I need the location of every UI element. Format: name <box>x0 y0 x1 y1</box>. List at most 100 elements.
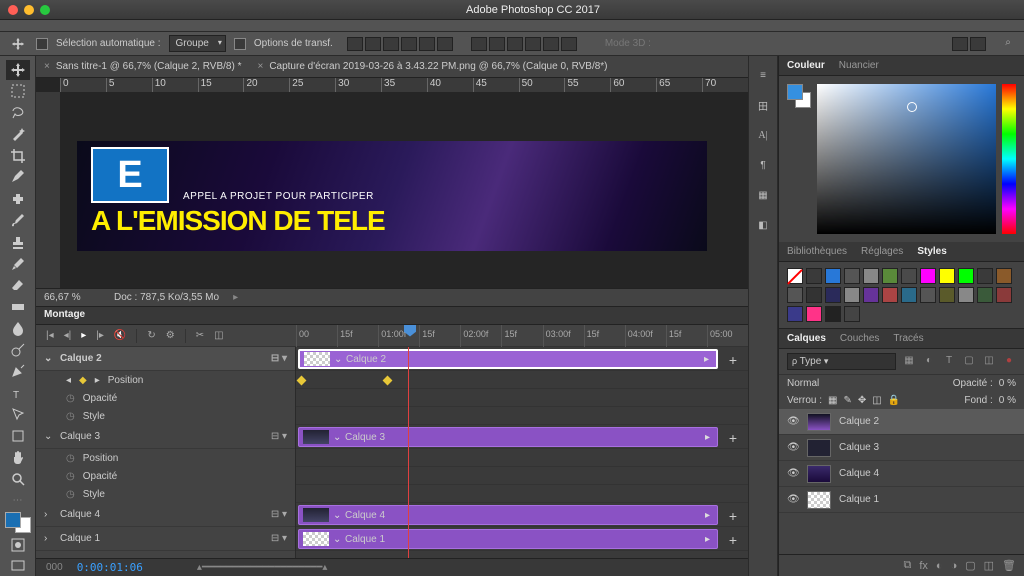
new-layer-icon[interactable]: ◫ <box>984 559 994 572</box>
doc-tab-2[interactable]: ×Capture d'écran 2019-03-26 à 3.43.22 PM… <box>257 61 607 72</box>
zoom-level[interactable]: 66,67 % <box>44 292 100 303</box>
close-tab-icon[interactable]: × <box>44 61 50 72</box>
tl-prop-opacity[interactable]: ◷Opacité <box>36 467 295 485</box>
layer-item-calque1[interactable]: 👁Calque 1 <box>779 487 1024 513</box>
trash-icon[interactable]: 🗑 <box>1002 559 1016 572</box>
visibility-icon[interactable]: 👁 <box>787 416 799 427</box>
clip-calque1[interactable]: ⌄Calque 1▸ <box>298 529 718 549</box>
tab-reglages[interactable]: Réglages <box>861 246 903 257</box>
audio-icon[interactable]: 🔇 <box>114 330 126 341</box>
next-frame-icon[interactable]: |▸ <box>96 330 104 341</box>
gradient-tool[interactable] <box>6 297 30 317</box>
ruler-horizontal[interactable]: 0510152025303540455055606570 <box>60 78 748 92</box>
hand-tool[interactable] <box>6 448 30 468</box>
type-panel-icon[interactable]: A| <box>754 126 772 144</box>
style-swatch[interactable] <box>939 287 955 303</box>
pen-tool[interactable] <box>6 361 30 381</box>
keyframe-icon[interactable] <box>383 376 393 386</box>
transform-checkbox[interactable] <box>234 38 246 50</box>
auto-select-checkbox[interactable] <box>36 38 48 50</box>
visibility-icon[interactable]: 👁 <box>787 442 799 453</box>
adjustment-icon[interactable]: ◑ <box>951 560 958 572</box>
keyframe-icon[interactable] <box>297 376 307 386</box>
history-brush-tool[interactable] <box>6 254 30 274</box>
crop-tool[interactable] <box>6 146 30 166</box>
lock-artboard-icon[interactable]: ◫ <box>872 395 881 406</box>
style-swatch[interactable] <box>844 287 860 303</box>
lock-all-icon[interactable]: 🔒 <box>888 395 900 406</box>
tab-couches[interactable]: Couches <box>840 333 879 344</box>
dodge-tool[interactable] <box>6 340 30 360</box>
style-swatch[interactable] <box>806 287 822 303</box>
brush-tool[interactable] <box>6 211 30 231</box>
style-swatch[interactable] <box>806 306 822 322</box>
add-clip-icon[interactable]: + <box>726 352 740 366</box>
wand-tool[interactable] <box>6 125 30 145</box>
paragraph-panel-icon[interactable]: ¶ <box>754 156 772 174</box>
filter-pixel-icon[interactable]: ▦ <box>902 355 916 369</box>
tab-couleur[interactable]: Couleur <box>787 60 825 71</box>
tl-prop-opacity[interactable]: ◷Opacité <box>36 389 295 407</box>
timeline-tab[interactable]: Montage <box>36 307 748 325</box>
blur-tool[interactable] <box>6 318 30 338</box>
eyedropper-tool[interactable] <box>6 168 30 188</box>
filter-type-icon[interactable]: T <box>942 355 956 369</box>
tab-calques[interactable]: Calques <box>787 333 826 344</box>
lock-pixels-icon[interactable]: ✎ <box>843 395 851 406</box>
style-swatch[interactable] <box>863 287 879 303</box>
layer-thumbnail[interactable] <box>807 413 831 431</box>
distribute-btn[interactable] <box>561 37 577 51</box>
distribute-btn[interactable] <box>525 37 541 51</box>
lasso-tool[interactable] <box>6 103 30 123</box>
blend-mode-dropdown[interactable]: Normal <box>787 378 947 389</box>
style-swatch[interactable] <box>920 268 936 284</box>
add-clip-icon[interactable]: + <box>726 430 740 444</box>
tl-prop-style[interactable]: ◷Style <box>36 485 295 503</box>
lock-position-icon[interactable]: ✥ <box>858 395 866 406</box>
timecode[interactable]: 0:00:01:06 <box>77 561 143 574</box>
distribute-btn[interactable] <box>489 37 505 51</box>
tl-prop-style[interactable]: ◷Style <box>36 407 295 425</box>
distribute-btn[interactable] <box>471 37 487 51</box>
align-btn[interactable] <box>419 37 435 51</box>
doc-tab-1[interactable]: ×Sans titre-1 @ 66,7% (Calque 2, RVB/8) … <box>44 61 241 72</box>
style-swatch[interactable] <box>806 268 822 284</box>
quickmask-tool[interactable] <box>6 535 30 555</box>
tl-layer-calque2[interactable]: ⌄Calque 2⊟ ▾ <box>36 347 295 371</box>
eraser-tool[interactable] <box>6 275 30 295</box>
lock-transparent-icon[interactable]: ▦ <box>828 395 837 406</box>
path-tool[interactable] <box>6 405 30 425</box>
visibility-icon[interactable]: 👁 <box>787 468 799 479</box>
style-swatch[interactable] <box>901 268 917 284</box>
style-swatch[interactable] <box>901 287 917 303</box>
style-swatch[interactable] <box>996 268 1012 284</box>
zoom-slider[interactable]: ▴━━━━━━━━━━━━━━━━━━━━▴ <box>197 562 327 573</box>
play-icon[interactable]: ▸ <box>81 330 86 341</box>
shape-tool[interactable] <box>6 426 30 446</box>
style-swatch[interactable] <box>920 287 936 303</box>
close-tab-icon[interactable]: × <box>257 61 263 72</box>
tool-more[interactable]: ⋯ <box>13 495 23 506</box>
panel-icon[interactable]: 田 <box>754 96 772 114</box>
style-swatch[interactable] <box>939 268 955 284</box>
mask-icon[interactable]: ◐ <box>936 560 943 572</box>
type-tool[interactable]: T <box>6 383 30 403</box>
style-swatch[interactable] <box>958 268 974 284</box>
filter-shape-icon[interactable]: ▢ <box>962 355 976 369</box>
clip-calque3[interactable]: ⌄Calque 3▸ <box>298 427 718 447</box>
style-swatch[interactable] <box>882 268 898 284</box>
tl-prop-position[interactable]: ◂◆▸Position <box>36 371 295 389</box>
tl-layer-calque1[interactable]: ›Calque 1⊟ ▾ <box>36 527 295 551</box>
tl-prop-position[interactable]: ◷Position <box>36 449 295 467</box>
tab-nuancier[interactable]: Nuancier <box>839 60 879 71</box>
hue-slider[interactable] <box>1002 84 1016 234</box>
layer-thumbnail[interactable] <box>807 491 831 509</box>
distribute-btn[interactable] <box>543 37 559 51</box>
align-btn[interactable] <box>401 37 417 51</box>
zoom-tool[interactable] <box>6 469 30 489</box>
prev-frame-icon[interactable]: ◂| <box>64 330 72 341</box>
loop-icon[interactable]: ↻ <box>147 330 155 341</box>
style-swatch[interactable] <box>787 306 803 322</box>
ruler-vertical[interactable] <box>36 92 60 288</box>
align-btn[interactable] <box>383 37 399 51</box>
